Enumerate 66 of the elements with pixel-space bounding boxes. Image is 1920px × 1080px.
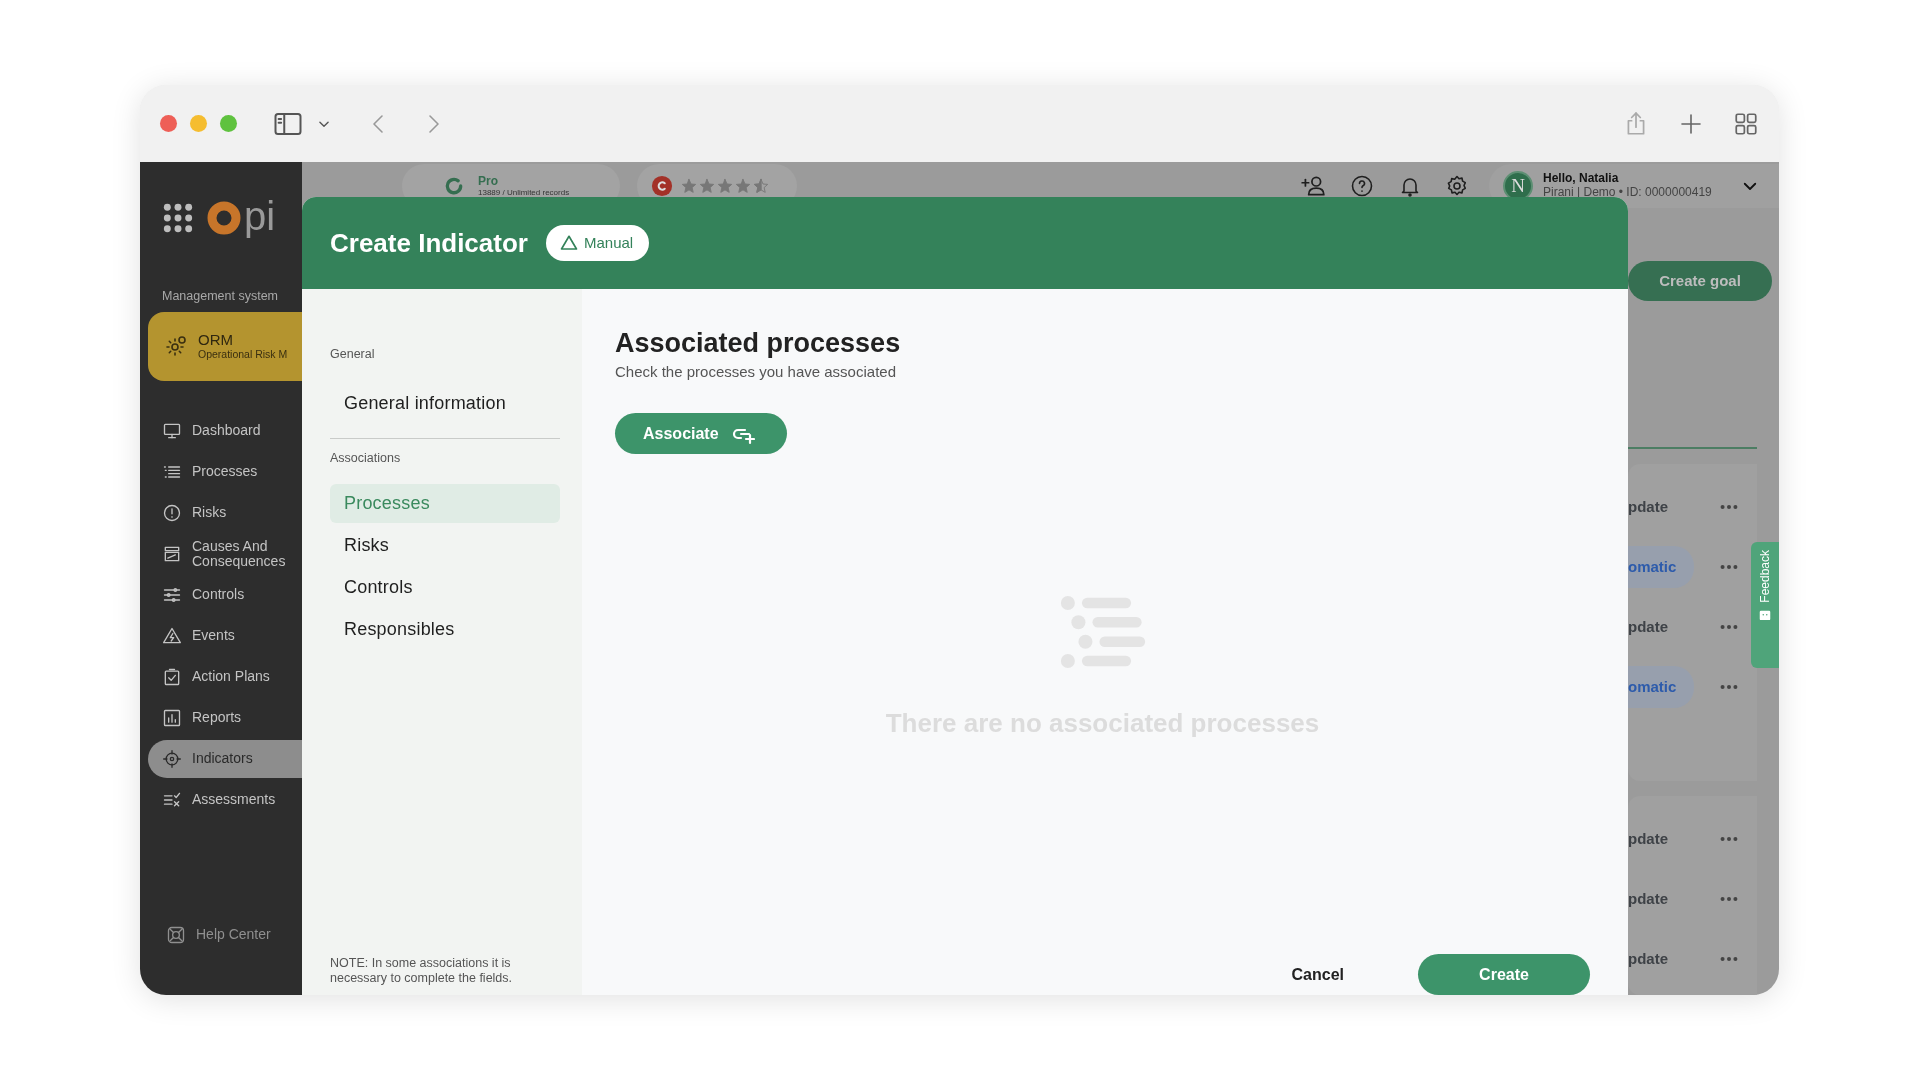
logo-text: pi (244, 196, 276, 236)
section-title: Associated processes (615, 329, 902, 359)
sidebar-item[interactable]: Action Plans (148, 657, 302, 696)
module-subtitle: Operational Risk M (198, 348, 288, 361)
tab-overview-icon[interactable] (1733, 110, 1759, 137)
half-star-icon (753, 178, 769, 194)
row-label: pdate (1628, 888, 1669, 909)
nav-group-heading: Associations (330, 449, 402, 467)
feedback-label: Feedback (1757, 550, 1773, 603)
sidebar-item[interactable]: Dashboard (148, 411, 302, 450)
sidebar-item[interactable]: Reports (148, 698, 302, 737)
chat-face-icon (1758, 608, 1772, 623)
module-name: ORM (198, 332, 234, 349)
user-greeting: Hello, Natalia (1543, 172, 1620, 186)
nav-item[interactable]: Processes (330, 483, 560, 523)
associate-button[interactable]: Associate (615, 413, 787, 455)
sidebar-item[interactable]: Events (148, 616, 302, 655)
plan-name: Pro (478, 175, 499, 187)
nav-item[interactable]: Responsibles (330, 609, 560, 649)
triangle-icon (559, 234, 578, 252)
lifebuoy-icon (166, 924, 186, 945)
target-icon (162, 748, 182, 769)
row-label: pdate (1628, 496, 1669, 517)
dialog-title: Create Indicator (330, 226, 528, 260)
star-icon (717, 178, 733, 194)
chart-icon (162, 707, 182, 728)
cancel-button[interactable]: Cancel (1279, 956, 1356, 993)
sidebar-item[interactable]: Indicators (148, 739, 302, 778)
nav-item[interactable]: Controls (330, 567, 560, 607)
row-label: pdate (1628, 948, 1669, 969)
status-tag: omatic (1628, 545, 1694, 589)
alert-icon (162, 502, 182, 523)
help-icon[interactable] (1350, 174, 1374, 198)
nav-group-heading: General (330, 346, 376, 363)
settings-icon[interactable] (1445, 174, 1469, 198)
triangle-icon (162, 625, 182, 646)
section-subtitle: Check the processes you have associated (615, 361, 897, 382)
note-text: NOTE: In some associations it is necessary to complete the fields. (330, 955, 514, 987)
star-icon (699, 178, 715, 194)
check-icon (162, 666, 182, 687)
sidebar-item[interactable]: Controls (148, 575, 302, 614)
sidebar-item[interactable]: Risks (148, 493, 302, 532)
help-center-link[interactable]: Help Center (140, 924, 302, 945)
records-count: 13889 / Unlimited records (478, 189, 570, 197)
sidebar-item[interactable]: Assessments (148, 780, 302, 819)
gear-icon (164, 334, 188, 359)
row-label: pdate (1628, 828, 1669, 849)
status-tag: omatic (1628, 665, 1694, 709)
nav-item[interactable]: General information (330, 383, 560, 423)
mode-badge: Manual (545, 225, 650, 261)
refresh-icon (444, 176, 464, 196)
create-button[interactable]: Create (1418, 954, 1590, 995)
maximize-window-button[interactable] (220, 115, 237, 132)
star-icon (735, 178, 751, 194)
close-window-button[interactable] (160, 115, 177, 132)
rating-logo-icon (651, 175, 673, 197)
star-icon (681, 178, 697, 194)
row-label: pdate (1628, 616, 1669, 637)
new-tab-icon[interactable] (1679, 111, 1703, 136)
sidebar-item[interactable]: Causes And Consequences (148, 534, 302, 573)
section-label: Management system (161, 288, 280, 305)
module-card[interactable]: ORM Operational Risk M (148, 311, 302, 381)
sidebar-item[interactable]: Processes (148, 452, 302, 491)
app-grid-icon[interactable] (162, 202, 194, 234)
ring-logo-icon (206, 200, 242, 236)
nav-item[interactable]: Risks (330, 525, 560, 565)
